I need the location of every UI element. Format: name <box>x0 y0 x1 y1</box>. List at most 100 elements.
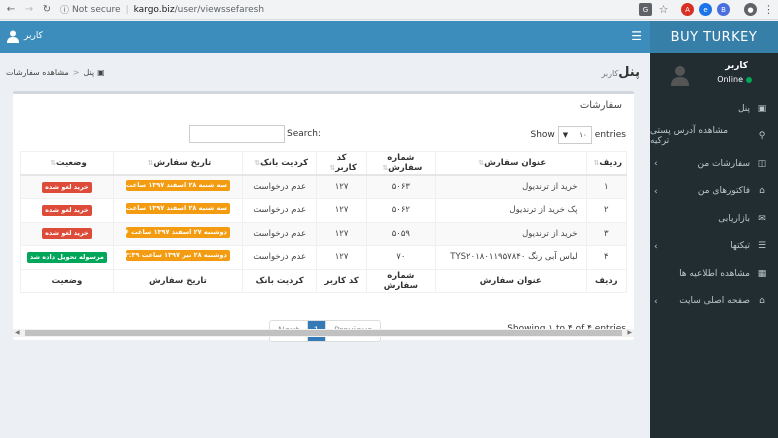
sidebar-item-tickets[interactable]: ‹ تیکتها ☰ <box>650 233 778 261</box>
user-icon <box>7 30 19 43</box>
status-badge: مرسوله تحویل داده شد <box>26 251 107 263</box>
col-footer-credit: کردیت بانک <box>241 268 318 293</box>
adblock-icon[interactable]: A <box>681 3 694 16</box>
cell-status: خرید لغو شده <box>20 221 114 246</box>
sidebar-item-label: پنل <box>737 103 750 114</box>
scroll-left-icon[interactable]: ◀ <box>15 329 20 336</box>
col-header-credit[interactable]: کردیت بانک⇅ <box>241 151 318 176</box>
back-icon[interactable]: ← <box>4 3 18 17</box>
dashboard-icon: ▣ <box>97 68 105 77</box>
home-icon: ⌂ <box>759 296 765 307</box>
scroll-right-icon[interactable]: ▶ <box>627 329 632 336</box>
url-host: kargo.biz <box>133 4 175 15</box>
star-icon[interactable]: ☆ <box>657 3 670 16</box>
breadcrumb-panel[interactable]: پنل <box>83 68 94 77</box>
table-search: Search: <box>189 125 321 143</box>
sidebar-item-label: فاکتورهای من <box>697 186 750 197</box>
sidebar-toggle-icon[interactable]: ☰ <box>631 30 642 42</box>
sidebar-item-invoices[interactable]: ‹ فاکتورهای من ⌂ <box>650 178 778 206</box>
col-footer-status: وضعیت <box>20 268 114 293</box>
cell-title: خرید از ترندیول <box>434 174 587 199</box>
cell-date: سه شنبه ۲۸ اسفند ۱۳۹۷ ساعت ۱۰:۵۵ ب.ظ <box>112 198 243 223</box>
col-header-status[interactable]: وضعیت⇅ <box>20 151 114 176</box>
user-menu[interactable]: کاربر <box>6 29 43 43</box>
translate-icon[interactable]: G <box>639 3 652 16</box>
page-length-select[interactable]: ▼ ۱۰ <box>557 126 592 144</box>
col-header-date[interactable]: تاریخ سفارش⇅ <box>112 151 243 176</box>
cell-title: لباس آبی رنگ TYS۲۰۱۸۰۱۱۹۵۷۸۴۰ <box>434 245 587 270</box>
cell-user-code: ۱۲۷ <box>316 221 367 246</box>
cell-order-no: ۵۰۵۹ <box>365 221 436 246</box>
profile-icon[interactable]: ● <box>744 3 757 16</box>
sidebar-item-panel[interactable]: پنل ▣ <box>650 95 778 123</box>
cell-num: ۲ <box>585 198 628 223</box>
forward-icon[interactable]: → <box>22 3 36 17</box>
col-header-label: کردیت بانک <box>260 158 309 168</box>
chevron-left-icon: ‹ <box>654 186 658 197</box>
browser-toolbar: ← → ↻ ⓘ Not secure | kargo.biz/user/view… <box>0 0 778 20</box>
sidebar-item-label: بازاریابی <box>718 213 750 224</box>
col-header-label: عنوان سفارش <box>484 158 547 168</box>
menu-dots-icon[interactable]: ⋮ <box>762 3 775 16</box>
cell-title: خرید از ترندیول <box>434 221 587 246</box>
chevron-left-icon: ‹ <box>654 159 658 169</box>
col-footer-date: تاریخ سفارش <box>112 268 243 293</box>
breadcrumb: مشاهده سفارشات > پنل ▣ <box>6 68 105 77</box>
cell-order-no: ۷۰ <box>365 245 436 270</box>
cell-credit: عدم درخواست <box>241 198 318 223</box>
entries-label: entries <box>594 130 626 140</box>
brand-logo[interactable]: BUY TURKEY <box>650 21 778 53</box>
notice-icon: ▦ <box>757 268 767 279</box>
col-header-user-code[interactable]: کد کاربر⇅ <box>316 151 367 176</box>
date-badge: دوشنبه ۲۸ تیر ۱۳۹۷ ساعت ۱۳:۳۹ ب.ظ <box>125 250 230 262</box>
cell-user-code: ۱۲۷ <box>316 245 367 270</box>
scrollbar-thumb[interactable] <box>25 330 622 336</box>
user-status-text: Online <box>717 75 743 84</box>
table-row[interactable]: ۴ لباس آبی رنگ TYS۲۰۱۸۰۱۱۹۵۷۸۴۰ ۷۰ ۱۲۷ ع… <box>20 245 628 270</box>
extension-b-icon[interactable]: B <box>717 3 730 16</box>
chevron-left-icon: ‹ <box>654 241 658 252</box>
top-navbar: کاربر ☰ <box>0 21 650 53</box>
show-label: Show <box>530 130 555 140</box>
dashboard-icon: ▣ <box>757 103 767 114</box>
sidebar-item-orders[interactable]: ‹ سفارشات من ◫ <box>650 150 778 178</box>
chevron-left-icon: ‹ <box>654 296 658 307</box>
sidebar-item-address[interactable]: مشاهده آدرس پستی ترکیه ⚲ <box>650 123 778 151</box>
table-row[interactable]: ۳ خرید از ترندیول ۵۰۵۹ ۱۲۷ عدم درخواست د… <box>20 221 628 246</box>
sidebar-item-home[interactable]: ‹ صفحه اصلی سایت ⌂ <box>650 288 778 316</box>
map-marker-icon: ⚲ <box>758 131 766 142</box>
cart-icon: ◫ <box>757 158 767 169</box>
page-title: کاربر پنل <box>597 65 640 80</box>
search-input[interactable] <box>189 125 285 143</box>
cell-date: دوشنبه ۲۷ اسفند ۱۳۹۷ ساعت ۱۲:۵۶ ب.ظ <box>112 221 243 246</box>
col-header-order-no[interactable]: شماره سفارش⇅ <box>365 151 436 176</box>
cell-order-no: ۵۰۶۳ <box>365 174 436 199</box>
address-bar[interactable]: ⓘ Not secure | kargo.biz/user/viewssefar… <box>60 2 264 18</box>
info-icon[interactable]: ⓘ <box>60 3 69 16</box>
horizontal-scrollbar[interactable]: ◀ ▶ <box>13 329 634 337</box>
table-row[interactable]: ۲ پک خرید از ترندیول ۵۰۶۲ ۱۲۷ عدم درخواس… <box>20 198 628 223</box>
date-badge: سه شنبه ۲۸ اسفند ۱۳۹۷ ساعت ۱۰:۵۵ ب.ظ <box>125 203 230 215</box>
col-header-num[interactable]: ردیف⇅ <box>585 151 628 176</box>
cell-user-code: ۱۲۷ <box>316 174 367 199</box>
status-badge: خرید لغو شده <box>42 181 92 193</box>
page-length: Show ▼ ۱۰ entries <box>530 126 626 144</box>
cell-order-no: ۵۰۶۲ <box>365 198 436 223</box>
cell-date: دوشنبه ۲۸ تیر ۱۳۹۷ ساعت ۱۳:۳۹ ب.ظ <box>112 245 243 270</box>
sidebar-item-label: تیکتها <box>730 241 750 252</box>
status-badge: خرید لغو شده <box>42 204 92 216</box>
table-row[interactable]: ۱ خرید از ترندیول ۵۰۶۳ ۱۲۷ عدم درخواست س… <box>20 174 628 199</box>
extension-icon[interactable]: e <box>699 3 712 16</box>
col-header-title[interactable]: عنوان سفارش⇅ <box>434 151 587 176</box>
sidebar-item-marketing[interactable]: بازاریابی ✉ <box>650 205 778 233</box>
online-dot-icon <box>746 76 752 83</box>
cell-num: ۴ <box>585 245 628 270</box>
reload-icon[interactable]: ↻ <box>40 3 54 17</box>
col-header-label: وضعیت <box>55 158 87 168</box>
sidebar-item-notices[interactable]: مشاهده اطلاعیه ها ▦ <box>650 260 778 288</box>
page-subtitle: کاربر <box>601 69 619 78</box>
sidebar-item-label: مشاهده اطلاعیه ها <box>679 268 750 279</box>
col-footer-order-no: شماره سفارش <box>365 268 436 293</box>
search-label: Search: <box>287 129 321 139</box>
cell-credit: عدم درخواست <box>241 245 318 270</box>
